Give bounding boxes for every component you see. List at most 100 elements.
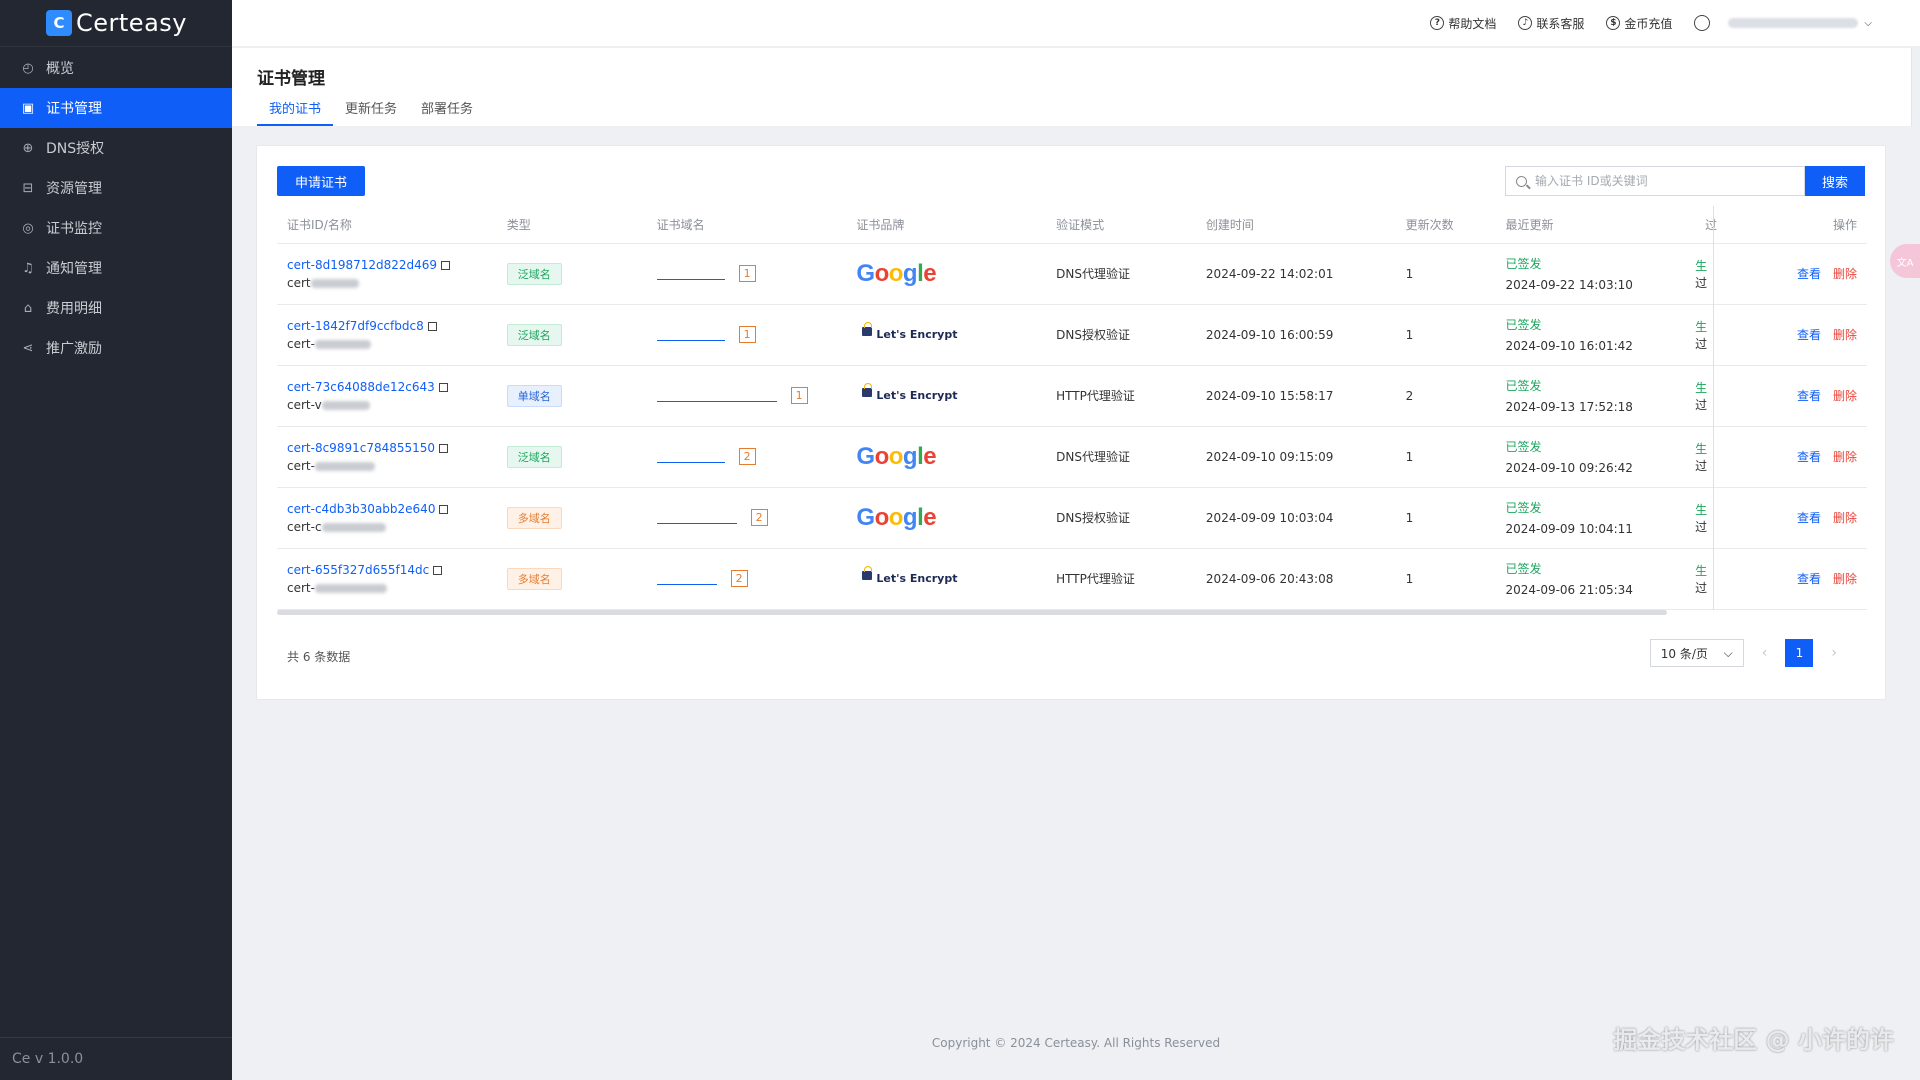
delete-button[interactable]: 删除 <box>1833 450 1857 464</box>
cert-id-link[interactable]: cert-8d198712d822d469 <box>287 258 437 272</box>
cert-name-redacted <box>321 400 370 410</box>
cert-name: cert- <box>287 458 315 473</box>
sidebar-item-6[interactable]: ⌂ 费用明细 <box>0 288 232 328</box>
resource-icon: ⊟ <box>22 180 34 196</box>
type-cell: 泛域名 <box>496 304 647 366</box>
update-count-cell: 1 <box>1395 426 1496 488</box>
sidebar-item-label: 通知管理 <box>46 261 102 277</box>
table-row: cert-8c9891c784855150 cert- 泛域名 2 Google DNS代… <box>277 426 1867 488</box>
domain-link-redacted[interactable] <box>656 390 777 402</box>
brand-cell: Google <box>846 243 1047 305</box>
sidebar-item-2[interactable]: ⊕ DNS授权 <box>0 128 232 168</box>
next-page-icon[interactable]: › <box>1831 645 1837 661</box>
delete-button[interactable]: 删除 <box>1833 572 1857 586</box>
tab-1[interactable]: 更新任务 <box>333 98 409 126</box>
padlock-icon <box>862 382 873 397</box>
copy-icon[interactable] <box>436 440 449 453</box>
letsencrypt-logo: Let's Encrypt <box>862 321 958 341</box>
cert-id-link[interactable]: cert-1842f7df9ccfbdc8 <box>287 319 424 333</box>
created-time-cell: 2024-09-06 20:43:08 <box>1195 548 1396 610</box>
sidebar-item-3[interactable]: ⊟ 资源管理 <box>0 168 232 208</box>
certificate-icon: ▣ <box>21 100 35 116</box>
column-header: 证书域名 <box>646 206 847 244</box>
sidebar-item-0[interactable]: ◴ 概览 <box>0 48 232 88</box>
copy-icon[interactable] <box>424 318 437 331</box>
sidebar-item-4[interactable]: ◎ 证书监控 <box>0 208 232 248</box>
view-button[interactable]: 查看 <box>1797 511 1821 525</box>
cert-id-cell: cert-73c64088de12c643 cert-v <box>277 365 497 427</box>
cert-id-link[interactable]: cert-73c64088de12c643 <box>287 380 435 394</box>
copy-icon[interactable] <box>436 501 449 514</box>
cert-name-redacted <box>314 461 375 471</box>
copy-icon[interactable] <box>430 562 443 575</box>
domain-link-redacted[interactable] <box>656 268 725 280</box>
page-size-select[interactable]: 10 条/页 ⌵ <box>1649 639 1744 667</box>
domain-count-badge: 2 <box>750 509 768 526</box>
translate-float-button[interactable]: 文A <box>1890 244 1920 278</box>
column-header: 证书ID/名称 <box>277 206 497 244</box>
help-docs-link[interactable]: ? 帮助文档 <box>1430 15 1496 32</box>
padlock-icon <box>862 321 873 336</box>
domain-cell: 1 <box>646 304 847 366</box>
view-button[interactable]: 查看 <box>1797 267 1821 281</box>
last-update-cell: 已签发 2024-09-10 16:01:42 <box>1495 304 1696 366</box>
horizontal-scrollbar[interactable] <box>277 610 1667 615</box>
recharge-link[interactable]: $ 金币充值 <box>1606 15 1672 32</box>
view-button[interactable]: 查看 <box>1797 450 1821 464</box>
table-row: cert-c4db3b30abb2e640 cert-c 多域名 2 Google DNS… <box>277 487 1867 549</box>
total-count: 共 6 条数据 <box>287 650 351 664</box>
logo[interactable]: C Certeasy <box>0 0 232 47</box>
domain-link-redacted[interactable] <box>656 329 725 341</box>
cert-id-link[interactable]: cert-655f327d655f14dc <box>287 563 429 577</box>
domain-link-redacted[interactable] <box>656 512 737 524</box>
domain-link-redacted[interactable] <box>656 451 725 463</box>
search-box[interactable] <box>1505 166 1805 196</box>
table-row: cert-1842f7df9ccfbdc8 cert- 泛域名 1 Let's Encr… <box>277 304 1867 366</box>
type-badge: 泛域名 <box>506 323 562 346</box>
delete-button[interactable]: 删除 <box>1833 328 1857 342</box>
search-bar: 搜索 <box>1505 166 1865 196</box>
actions-cell: 查看 删除 <box>1717 548 1867 610</box>
user-account-redacted[interactable] <box>1728 18 1859 28</box>
user-avatar-icon[interactable] <box>1694 15 1711 31</box>
copy-icon[interactable] <box>438 257 451 270</box>
delete-button[interactable]: 删除 <box>1833 389 1857 403</box>
view-button[interactable]: 查看 <box>1797 389 1821 403</box>
cert-name-redacted <box>321 522 386 532</box>
cert-id-link[interactable]: cert-8c9891c784855150 <box>287 441 435 455</box>
delete-button[interactable]: 删除 <box>1833 267 1857 281</box>
prev-page-icon[interactable]: ‹ <box>1762 645 1768 661</box>
page-number-current[interactable]: 1 <box>1785 639 1814 667</box>
watermark: 掘金技术社区 @ 小许的许 <box>1613 1026 1894 1054</box>
sidebar-item-1[interactable]: ▣ 证书管理 <box>0 88 232 128</box>
cert-id-link[interactable]: cert-c4db3b30abb2e640 <box>287 502 435 516</box>
search-input[interactable] <box>1535 174 1785 188</box>
sidebar-item-label: 推广激励 <box>46 341 102 357</box>
domain-count-badge: 1 <box>738 265 756 282</box>
last-update-cell: 已签发 2024-09-10 09:26:42 <box>1495 426 1696 488</box>
sidebar-item-5[interactable]: ♫ 通知管理 <box>0 248 232 288</box>
copy-icon[interactable] <box>435 379 448 392</box>
column-header: 创建时间 <box>1195 206 1396 244</box>
logo-icon: C <box>46 10 72 36</box>
letsencrypt-logo: Let's Encrypt <box>862 382 957 402</box>
sidebar-item-7[interactable]: ⋖ 推广激励 <box>0 328 232 368</box>
chevron-down-icon[interactable]: ⌵ <box>1864 18 1872 29</box>
view-button[interactable]: 查看 <box>1797 328 1821 342</box>
view-button[interactable]: 查看 <box>1797 572 1821 586</box>
delete-button[interactable]: 删除 <box>1833 511 1857 525</box>
contact-support-label: 联系客服 <box>1536 16 1585 31</box>
sidebar: C Certeasy ◴ 概览 ▣ 证书管理 ⊕ DNS授权 ⊟ 资源管理 ◎ 证书监控 ♫ 通知管理… <box>0 0 232 1080</box>
search-button[interactable]: 搜索 <box>1805 166 1865 196</box>
type-badge: 泛域名 <box>506 262 562 285</box>
apply-certificate-button[interactable]: 申请证书 <box>277 166 365 196</box>
contact-support-link[interactable]: ♪ 联系客服 <box>1518 15 1584 32</box>
domain-link-redacted[interactable] <box>656 573 717 585</box>
cert-name-redacted <box>310 278 359 288</box>
type-badge: 单域名 <box>506 384 562 407</box>
brand-name: Let's Encrypt <box>876 327 958 341</box>
tab-2[interactable]: 部署任务 <box>409 98 485 126</box>
update-count-cell: 2 <box>1395 365 1496 427</box>
tab-0[interactable]: 我的证书 <box>257 98 334 126</box>
google-logo: Google <box>856 259 937 287</box>
